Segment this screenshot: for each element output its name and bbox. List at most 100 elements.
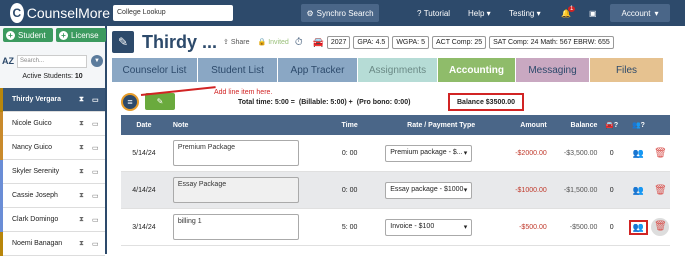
tab-assignments[interactable]: Assignments: [358, 58, 438, 82]
student-name: Nicole Guico: [12, 120, 52, 127]
people-icon[interactable]: 👥: [633, 185, 644, 195]
hourglass-icon[interactable]: ⧗: [79, 96, 87, 104]
tab-app-tracker[interactable]: App Tracker: [278, 58, 358, 82]
sort-az-button[interactable]: AZ: [2, 56, 14, 66]
table-header: Date Note Time Rate / Payment Type Amoun…: [121, 115, 670, 135]
rate-select[interactable]: Premium package - $... ▾: [385, 144, 473, 162]
gpa-chip: GPA: 4.5: [353, 35, 390, 49]
table-row: 5/14/24 Premium Package 0: 00 Premium pa…: [121, 135, 670, 172]
student-header: ✎ Thirdy ... ⇪ Share 🔒 Invited ⏱ 🚘 2027 …: [112, 28, 685, 56]
card-icon[interactable]: ▭: [92, 192, 100, 200]
add-license-button[interactable]: + License: [56, 28, 106, 42]
hourglass-icon[interactable]: ⧗: [79, 144, 87, 152]
hamburger-icon: ≡: [127, 97, 133, 107]
student-search-row: AZ Search... ▼: [2, 54, 105, 68]
wgpa-chip: WGPA: 5: [392, 35, 429, 49]
student-item[interactable]: Nicole Guico ⧗ ▭: [0, 111, 105, 136]
tab-counselor-list[interactable]: Counselor List: [112, 58, 198, 82]
logo-icon: C: [10, 3, 24, 23]
student-sidebar: + Student + License AZ Search... ▼ Active …: [0, 26, 107, 256]
student-color-bar: [0, 159, 3, 184]
accounting-toolbar: ≡ ✎ Add line item here. Total time: 5:00…: [112, 84, 685, 114]
plus-icon: +: [59, 30, 68, 40]
help-circle-icon: ?: [417, 8, 422, 18]
balance-total: Balance $3500.00: [448, 93, 524, 111]
student-color-bar: [0, 111, 3, 136]
account-menu[interactable]: Account ▾: [610, 4, 670, 22]
brand-name: CounselMore: [26, 5, 110, 21]
car-help-icon: 🚘?: [605, 122, 619, 129]
people-icon[interactable]: 👥: [633, 222, 644, 232]
note-field[interactable]: Essay Package: [172, 177, 299, 203]
act-chip: ACT Comp: 25: [431, 35, 487, 49]
notification-count: 1: [567, 6, 576, 12]
lock-icon: 🔒: [257, 39, 267, 46]
brand-logo[interactable]: C CounselMore: [10, 3, 110, 23]
student-item[interactable]: Nancy Guico ⧗ ▭: [0, 135, 105, 160]
student-color-bar: [0, 231, 3, 256]
student-name: Noemi Banagan: [12, 240, 63, 247]
top-navbar: C CounselMore College Lookup ⚙ Synchro S…: [0, 0, 685, 26]
student-title: Thirdy ...: [142, 31, 218, 52]
hourglass-icon[interactable]: ⧗: [79, 240, 87, 248]
help-menu[interactable]: Help ▾: [468, 0, 491, 26]
note-field[interactable]: Premium Package: [172, 140, 299, 166]
share-button[interactable]: ⇪ Share: [223, 38, 250, 46]
rate-select[interactable]: Invoice - $100 ▾: [385, 218, 473, 236]
card-icon[interactable]: ▭: [92, 168, 100, 176]
hourglass-icon[interactable]: ⧗: [79, 120, 87, 128]
calendar-icon[interactable]: ▣: [589, 0, 597, 26]
student-search-input[interactable]: Search...: [17, 54, 87, 68]
tab-student-list[interactable]: Student List: [198, 58, 278, 82]
card-icon[interactable]: ▭: [92, 240, 100, 248]
hourglass-icon[interactable]: ⧗: [79, 168, 87, 176]
annotation-arrow: [140, 86, 216, 96]
people-icon[interactable]: 👥: [633, 148, 644, 158]
active-students-count: Active Students: 10: [22, 73, 83, 80]
hourglass-icon[interactable]: ⧗: [79, 216, 87, 224]
add-student-button[interactable]: + Student: [3, 28, 53, 42]
card-icon[interactable]: ▭: [92, 144, 100, 152]
timer-icon[interactable]: ⏱: [295, 37, 303, 48]
tutorial-link[interactable]: ? Tutorial: [417, 0, 450, 26]
time-totals: Total time: 5:00 = (Billable: 5:00) + (P…: [238, 99, 411, 106]
student-item[interactable]: Noemi Banagan ⧗ ▭: [0, 231, 105, 256]
card-icon[interactable]: ▭: [92, 120, 100, 128]
college-lookup-input[interactable]: College Lookup: [113, 5, 233, 21]
invited-status: 🔒 Invited: [257, 39, 289, 46]
pencil-icon: ✎: [156, 97, 164, 106]
car-icon[interactable]: 🚘: [313, 37, 324, 48]
student-item[interactable]: Skyler Serenity ⧗ ▭: [0, 159, 105, 184]
card-icon[interactable]: ▭: [92, 216, 100, 224]
year-chip: 2027: [326, 35, 351, 49]
tab-accounting[interactable]: Accounting: [438, 58, 516, 82]
hourglass-icon[interactable]: ⧗: [79, 192, 87, 200]
testing-menu[interactable]: Testing ▾: [509, 0, 541, 26]
student-name: Thirdy Vergara: [12, 96, 62, 103]
add-line-item-button[interactable]: ✎: [145, 93, 175, 110]
card-icon[interactable]: ▭: [92, 96, 100, 104]
trash-icon[interactable]: 🗑: [654, 148, 667, 159]
notification-bell[interactable]: 🔔 1: [561, 0, 576, 26]
edit-student-button[interactable]: ✎: [112, 31, 134, 53]
plus-icon: +: [6, 30, 15, 40]
menu-button[interactable]: ≡: [121, 93, 139, 111]
student-item[interactable]: Cassie Joseph ⧗ ▭: [0, 183, 105, 208]
student-item[interactable]: Thirdy Vergara ⧗ ▭: [0, 87, 105, 112]
gear-icon: ⚙: [306, 8, 314, 18]
filter-icon[interactable]: ▼: [91, 55, 103, 67]
tab-files[interactable]: Files: [590, 58, 664, 82]
tab-messaging[interactable]: Messaging: [516, 58, 590, 82]
people-help-icon: 👥?: [631, 122, 645, 129]
student-name: Clark Domingo: [12, 216, 59, 223]
student-list: Thirdy Vergara ⧗ ▭ Nicole Guico ⧗ ▭ Nanc…: [0, 87, 105, 256]
student-item[interactable]: Clark Domingo ⧗ ▭: [0, 207, 105, 232]
rate-select[interactable]: Essay package - $1000 ▾: [385, 181, 473, 199]
table-row: 3/14/24 billing 1 5: 00 Invoice - $100 ▾ …: [121, 209, 670, 246]
note-field[interactable]: billing 1: [172, 214, 299, 240]
synchro-search-button[interactable]: ⚙ Synchro Search: [301, 4, 379, 22]
trash-icon[interactable]: 🗑: [654, 185, 667, 196]
student-name: Cassie Joseph: [12, 192, 58, 199]
annotation-text: Add line item here.: [214, 89, 273, 96]
trash-icon[interactable]: 🗑: [654, 221, 667, 232]
